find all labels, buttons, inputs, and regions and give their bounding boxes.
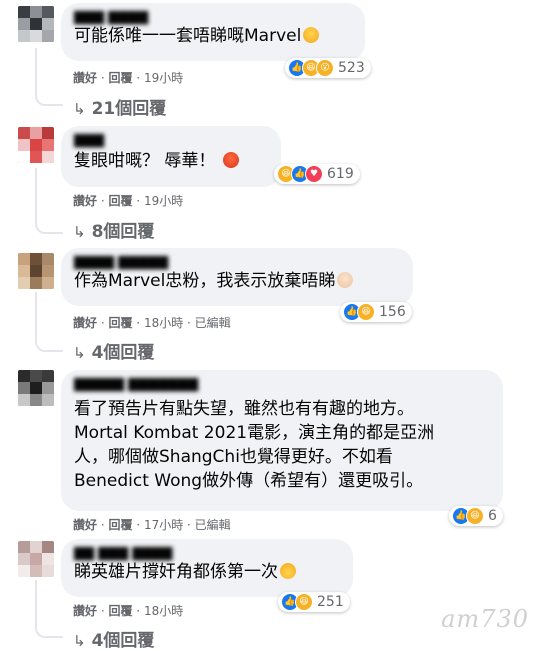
thread-line bbox=[35, 580, 37, 616]
commenter-name-blurred[interactable]: ▇▇▇▇▇ ▇▇▇▇▇▇▇ bbox=[74, 377, 490, 392]
like-action-button[interactable]: 讚好 bbox=[73, 316, 97, 330]
comment-timestamp[interactable]: 18小時 bbox=[144, 604, 183, 618]
like-action-button[interactable]: 讚好 bbox=[73, 518, 97, 532]
comment-text-row: 可能係唯一一套唔睇嘅Marvel bbox=[74, 24, 352, 48]
view-replies-link[interactable]: ↳ 4個回覆 bbox=[73, 626, 154, 651]
angry-face-emoji-icon bbox=[223, 152, 240, 168]
reply-arrow-icon: ↳ bbox=[73, 100, 86, 118]
thread-hook bbox=[35, 84, 63, 106]
view-replies-link[interactable]: ↳ 21個回覆 bbox=[73, 94, 166, 119]
sweat-smile-emoji-icon bbox=[303, 27, 320, 43]
reply-action-button[interactable]: 回覆 bbox=[108, 604, 132, 618]
haha-icon: 😆 bbox=[466, 507, 484, 525]
commenter-name-blurred[interactable]: ▇▇ ▇▇▇ ▇▇▇▇ bbox=[74, 546, 340, 561]
haha-icon: 😆 bbox=[295, 593, 313, 611]
thread-hook bbox=[35, 212, 63, 234]
reply-action-button[interactable]: 回覆 bbox=[108, 316, 132, 330]
avatar[interactable] bbox=[18, 6, 54, 42]
commenter-name-blurred[interactable]: ▇▇▇ bbox=[74, 133, 268, 148]
upside-down-face-emoji-icon bbox=[280, 563, 296, 579]
commenter-name-blurred[interactable]: ▇▇▇▇ ▇▇▇▇▇ bbox=[74, 255, 400, 270]
reaction-count: 6 bbox=[488, 508, 497, 524]
reaction-count: 156 bbox=[379, 304, 406, 320]
reply-action-button[interactable]: 回覆 bbox=[108, 194, 132, 208]
replies-count-label: 4個回覆 bbox=[91, 343, 155, 363]
love-icon: ♥ bbox=[305, 165, 323, 183]
comment-text-line: 看了預告片有點失望，雖然也有有趣的地方。 bbox=[74, 399, 414, 419]
comment-text-row: 睇英雄片撐奸角都係第一次 bbox=[74, 560, 340, 584]
reaction-count: 251 bbox=[317, 594, 344, 610]
like-action-button[interactable]: 讚好 bbox=[73, 194, 97, 208]
view-replies-link[interactable]: ↳ 8個回覆 bbox=[73, 217, 154, 242]
comment-actions: 讚好 · 回覆 · 19小時 bbox=[73, 194, 184, 208]
reactions-summary[interactable]: 👍 😆 😮 523 bbox=[285, 58, 371, 78]
view-replies-link[interactable]: ↳ 4個回覆 bbox=[73, 338, 154, 363]
reply-arrow-icon: ↳ bbox=[73, 223, 86, 241]
comment-actions: 讚好 · 回覆 · 18小時 bbox=[73, 604, 184, 618]
replies-count-label: 4個回覆 bbox=[91, 631, 155, 651]
comment-bubble: ▇▇▇ 隻眼咁嘅？ 辱華！ bbox=[61, 126, 281, 187]
thread-hook bbox=[35, 330, 63, 352]
avatar[interactable] bbox=[18, 541, 54, 577]
reply-action-button[interactable]: 回覆 bbox=[108, 71, 132, 85]
avatar[interactable] bbox=[18, 253, 54, 289]
comment-text-line: Benedict Wong做外傳（希望有）還更吸引。 bbox=[74, 471, 424, 491]
comment-text: 作為Marvel忠粉，我表示放棄唔睇 bbox=[74, 271, 336, 291]
comment-text-row: 作為Marvel忠粉，我表示放棄唔睇 bbox=[74, 269, 400, 293]
avatar[interactable] bbox=[18, 127, 54, 163]
thread-hook bbox=[35, 616, 63, 638]
comment-text: 可能係唯一一套唔睇嘅Marvel bbox=[74, 26, 302, 46]
thread-line bbox=[35, 48, 37, 84]
comment-bubble: ▇▇▇ ▇▇▇▇ 可能係唯一一套唔睇嘅Marvel bbox=[61, 3, 365, 61]
haha-icon: 😆 bbox=[357, 303, 375, 321]
reaction-count: 523 bbox=[338, 60, 365, 76]
thread-line bbox=[35, 292, 37, 330]
reply-arrow-icon: ↳ bbox=[73, 632, 86, 650]
like-action-button[interactable]: 讚好 bbox=[73, 71, 97, 85]
comment-bubble: ▇▇ ▇▇▇ ▇▇▇▇ 睇英雄片撐奸角都係第一次 bbox=[61, 539, 353, 597]
comment-timestamp[interactable]: 19小時 bbox=[144, 71, 183, 85]
comment-text-row: 隻眼咁嘅？ 辱華！ bbox=[74, 149, 268, 173]
comment-timestamp[interactable]: 18小時 bbox=[144, 316, 183, 330]
reply-action-button[interactable]: 回覆 bbox=[108, 518, 132, 532]
wow-icon: 😮 bbox=[316, 59, 334, 77]
comment-actions: 讚好 · 回覆 · 18小時 · 已編輯 bbox=[73, 316, 231, 330]
comment-timestamp[interactable]: 19小時 bbox=[144, 194, 183, 208]
reactions-summary[interactable]: 👍 😆 156 bbox=[340, 302, 412, 322]
thread-line bbox=[35, 168, 37, 212]
reaction-count: 619 bbox=[327, 166, 354, 182]
comment-text-line: Mortal Kombat 2021電影，演主角的都是亞洲 bbox=[74, 423, 435, 443]
comment-actions: 讚好 · 回覆 · 19小時 bbox=[73, 71, 184, 85]
replies-count-label: 21個回覆 bbox=[91, 99, 167, 119]
watermark-logo: am730 bbox=[441, 605, 529, 633]
comment-actions: 讚好 · 回覆 · 17小時 · 已編輯 bbox=[73, 518, 231, 532]
reactions-summary[interactable]: 👍 😆 6 bbox=[449, 506, 503, 526]
reply-arrow-icon: ↳ bbox=[73, 344, 86, 362]
edited-label[interactable]: 已編輯 bbox=[195, 518, 231, 532]
comment-text: 看了預告片有點失望，雖然也有有趣的地方。 Mortal Kombat 2021電… bbox=[74, 397, 490, 493]
waving-hand-emoji-icon bbox=[337, 272, 354, 288]
comment-bubble: ▇▇▇▇ ▇▇▇▇▇ 作為Marvel忠粉，我表示放棄唔睇 bbox=[61, 248, 413, 306]
edited-label[interactable]: 已編輯 bbox=[195, 316, 231, 330]
reactions-summary[interactable]: 👍 😆 251 bbox=[278, 592, 350, 612]
commenter-name-blurred[interactable]: ▇▇▇ ▇▇▇▇ bbox=[74, 10, 352, 25]
avatar[interactable] bbox=[18, 370, 54, 406]
comment-text: 隻眼咁嘅？ 辱華！ bbox=[74, 151, 216, 171]
comment-text-line: 人，哪個做ShangChi也覺得更好。不如看 bbox=[74, 447, 393, 467]
comment-bubble: ▇▇▇▇▇ ▇▇▇▇▇▇▇ 看了預告片有點失望，雖然也有有趣的地方。 Morta… bbox=[61, 370, 503, 511]
comment-timestamp[interactable]: 17小時 bbox=[144, 518, 183, 532]
reactions-summary[interactable]: 😆 👍 ♥ 619 bbox=[274, 164, 360, 184]
comment-text: 睇英雄片撐奸角都係第一次 bbox=[74, 562, 278, 582]
like-action-button[interactable]: 讚好 bbox=[73, 604, 97, 618]
replies-count-label: 8個回覆 bbox=[91, 222, 155, 242]
